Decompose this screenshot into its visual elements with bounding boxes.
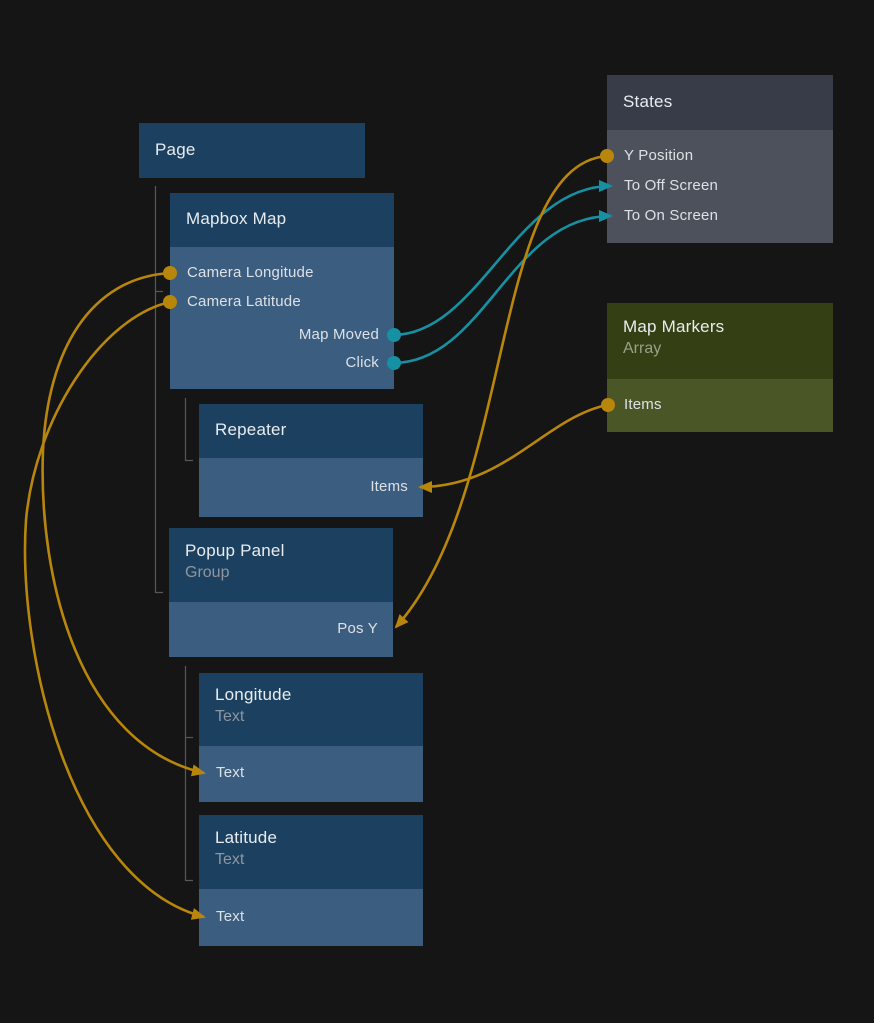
edge-map-markers.items-to-repeater.items[interactable]: [420, 405, 607, 487]
edge-states.y-position-to-popup-panel.pos-y[interactable]: [396, 156, 607, 627]
edge-mapbox-map.camera-longitude-to-longitude.text[interactable]: [43, 273, 204, 773]
node-graph-background[interactable]: { "app": {"view": "node-graph-canvas"}, …: [0, 0, 874, 1023]
hierarchy-line: [186, 398, 194, 461]
hierarchy-line: [186, 666, 194, 881]
edge-source-dot-mapbox-map.click[interactable]: [387, 356, 401, 370]
connections-overlay: [0, 0, 874, 1023]
edge-source-dot-mapbox-map.camera-latitude[interactable]: [163, 295, 177, 309]
edge-source-dot-states.y-position[interactable]: [600, 149, 614, 163]
hierarchy-line: [156, 186, 164, 593]
edge-source-dot-mapbox-map.map-moved[interactable]: [387, 328, 401, 342]
edge-source-dot-mapbox-map.camera-longitude[interactable]: [163, 266, 177, 280]
edge-source-dot-map-markers.items[interactable]: [601, 398, 615, 412]
hierarchy-lines: [156, 186, 194, 881]
edge-mapbox-map.camera-latitude-to-latitude.text[interactable]: [25, 302, 204, 917]
edge-mapbox-map.map-moved-to-states.to-off-screen[interactable]: [394, 186, 611, 335]
